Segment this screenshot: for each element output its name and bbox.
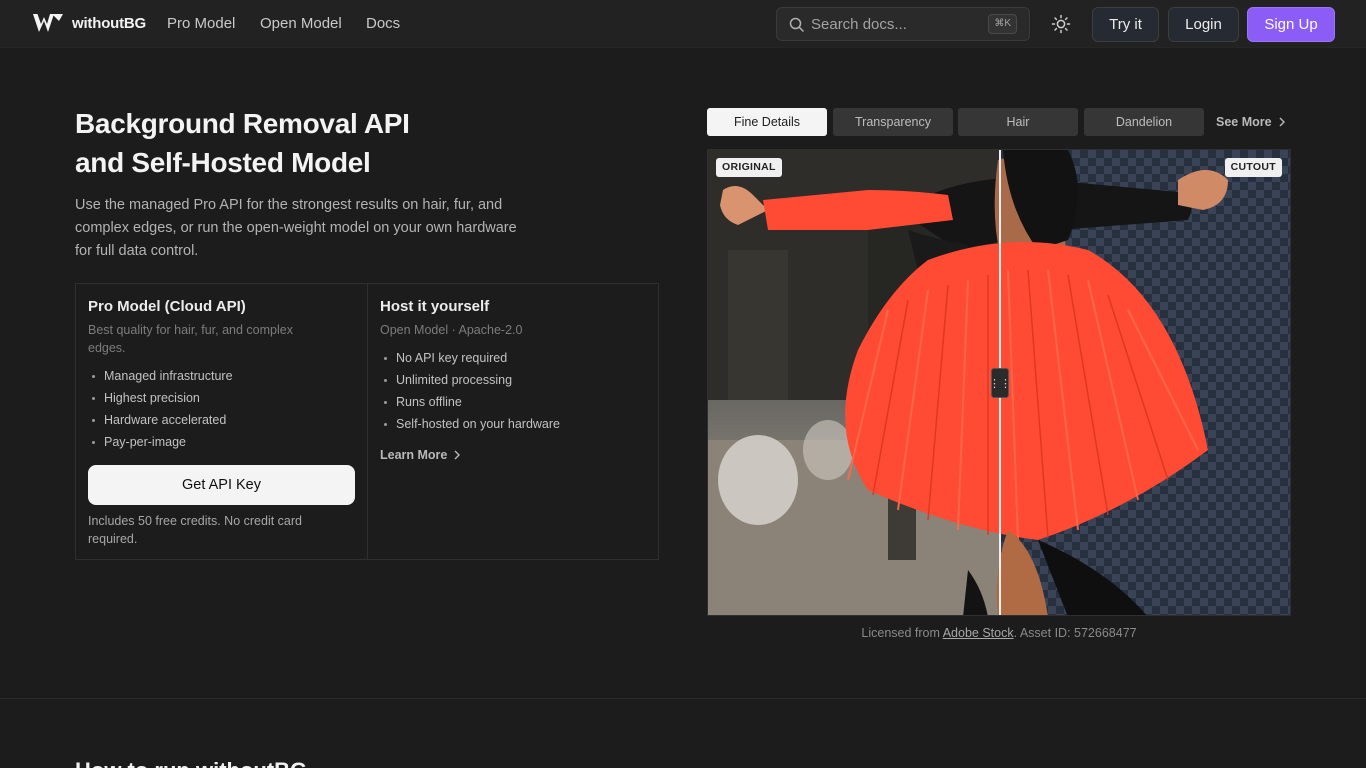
top-nav: withoutBG Pro Model Open Model Docs ⌘K T… bbox=[0, 0, 1366, 48]
sign-up-button[interactable]: Sign Up bbox=[1247, 7, 1335, 42]
search-icon bbox=[789, 17, 805, 33]
nav-link-pro-model[interactable]: Pro Model bbox=[167, 15, 235, 32]
nav-link-docs[interactable]: Docs bbox=[366, 15, 400, 32]
list-item: Self-hosted on your hardware bbox=[380, 413, 646, 435]
login-button[interactable]: Login bbox=[1168, 7, 1239, 42]
open-feature-list: No API key required Unlimited processing… bbox=[380, 347, 646, 435]
tab-fine-details[interactable]: Fine Details bbox=[707, 108, 827, 136]
tab-hair[interactable]: Hair bbox=[958, 108, 1078, 136]
open-card-subtitle: Open Model · Apache-2.0 bbox=[380, 323, 523, 337]
tab-transparency[interactable]: Transparency bbox=[833, 108, 953, 136]
chevron-right-icon bbox=[454, 450, 461, 460]
list-item: Managed infrastructure bbox=[88, 365, 355, 387]
original-label: ORIGINAL bbox=[716, 158, 782, 177]
try-it-button[interactable]: Try it bbox=[1092, 7, 1159, 42]
get-api-key-button[interactable]: Get API Key bbox=[88, 465, 355, 505]
see-more-label: See More bbox=[1216, 115, 1272, 129]
grip-dots-icon: ⋮⋮ bbox=[989, 377, 1011, 390]
how-to-run-heading: How to run withoutBG bbox=[75, 758, 307, 768]
theme-toggle-button[interactable] bbox=[1046, 9, 1076, 39]
see-more-link[interactable]: See More bbox=[1216, 115, 1286, 129]
comparison-viewer[interactable]: ⋮⋮ ORIGINAL CUTOUT bbox=[707, 149, 1291, 616]
free-credits-note: Includes 50 free credits. No credit card… bbox=[88, 514, 302, 546]
sun-icon bbox=[1051, 14, 1071, 34]
credit-asset-id: . Asset ID: 572668477 bbox=[1013, 626, 1137, 640]
cutout-label: CUTOUT bbox=[1224, 158, 1282, 177]
list-item: Unlimited processing bbox=[380, 369, 646, 391]
section-divider bbox=[0, 698, 1366, 699]
open-card-title: Host it yourself bbox=[380, 298, 490, 315]
withoutbg-logo-icon bbox=[33, 14, 63, 32]
comparison-drag-handle[interactable]: ⋮⋮ bbox=[989, 368, 1011, 398]
list-item: Highest precision bbox=[88, 387, 355, 409]
pro-model-card: Pro Model (Cloud API) Best quality for h… bbox=[76, 284, 367, 559]
learn-more-link[interactable]: Learn More bbox=[380, 448, 461, 462]
brand-logo[interactable]: withoutBG bbox=[32, 12, 146, 34]
image-credit: Licensed from Adobe Stock. Asset ID: 572… bbox=[707, 626, 1291, 640]
chevron-right-icon bbox=[1279, 117, 1285, 127]
tab-dandelion[interactable]: Dandelion bbox=[1084, 108, 1204, 136]
brand-name: withoutBG bbox=[72, 14, 147, 32]
pro-feature-list: Managed infrastructure Highest precision… bbox=[88, 365, 355, 453]
credit-prefix: Licensed from bbox=[861, 626, 940, 640]
pro-card-subtitle: Best quality for hair, fur, and complex … bbox=[88, 323, 293, 355]
nav-link-open-model[interactable]: Open Model bbox=[260, 15, 342, 32]
hero-title: Background Removal API and Self-Hosted M… bbox=[75, 104, 595, 182]
search-shortcut-badge: ⌘K bbox=[988, 14, 1017, 34]
pro-card-title: Pro Model (Cloud API) bbox=[88, 298, 246, 315]
learn-more-label: Learn More bbox=[380, 448, 448, 462]
model-cards: Pro Model (Cloud API) Best quality for h… bbox=[75, 283, 659, 560]
search-box[interactable]: ⌘K bbox=[776, 7, 1030, 41]
hero-lead: Use the managed Pro API for the stronges… bbox=[75, 197, 517, 259]
adobe-stock-link[interactable]: Adobe Stock bbox=[943, 626, 1014, 640]
hero-title-line2: and Self-Hosted Model bbox=[75, 147, 371, 178]
list-item: Hardware accelerated bbox=[88, 409, 355, 431]
open-model-card: Host it yourself Open Model · Apache-2.0… bbox=[367, 284, 658, 559]
list-item: Pay-per-image bbox=[88, 431, 355, 453]
hero-title-line1: Background Removal API bbox=[75, 108, 410, 139]
search-input[interactable] bbox=[811, 14, 981, 34]
list-item: No API key required bbox=[380, 347, 646, 369]
list-item: Runs offline bbox=[380, 391, 646, 413]
